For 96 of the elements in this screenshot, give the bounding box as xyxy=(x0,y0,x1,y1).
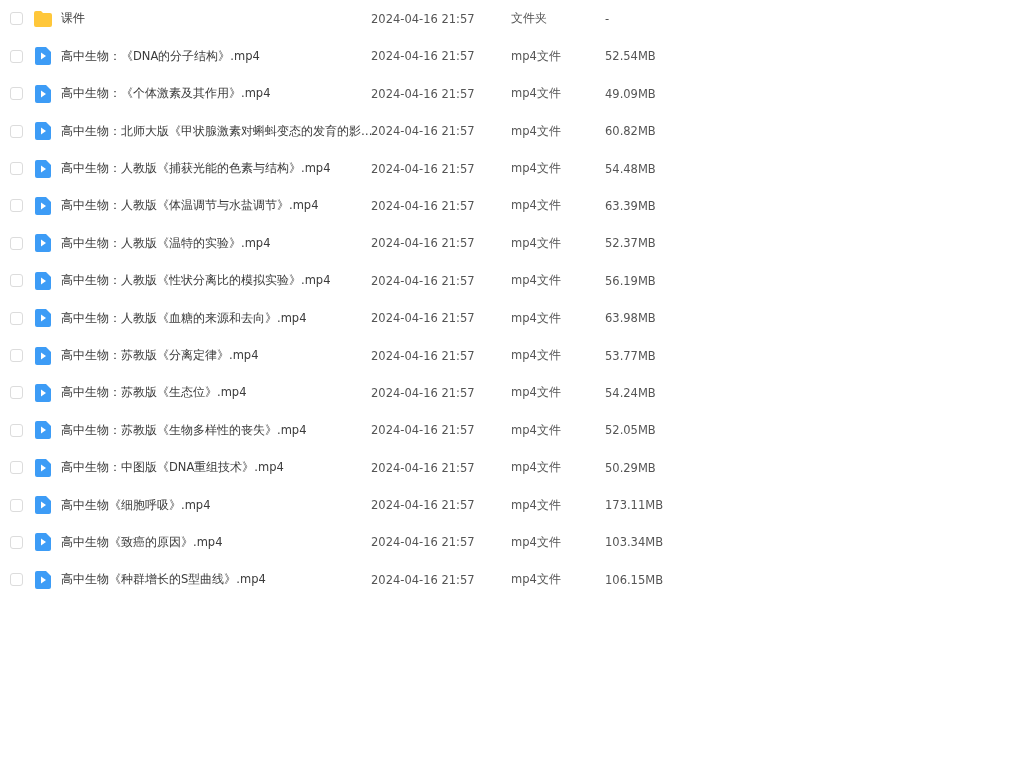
file-type: mp4文件 xyxy=(511,385,562,401)
checkbox[interactable] xyxy=(10,461,23,475)
modified-date: 2024-04-16 21:57 xyxy=(371,49,476,64)
video-file-icon xyxy=(35,496,51,515)
file-name[interactable]: 高中生物：《个体激素及其作用》.mp4 xyxy=(61,86,371,102)
video-file-icon xyxy=(35,383,51,402)
file-type: mp4文件 xyxy=(511,235,562,251)
video-file-icon xyxy=(35,196,51,215)
file-size: 173.11MB xyxy=(605,498,664,513)
file-type: mp4文件 xyxy=(511,86,562,102)
file-size: 63.98MB xyxy=(605,311,656,326)
modified-date: 2024-04-16 21:57 xyxy=(371,385,476,400)
file-size: 53.77MB xyxy=(605,348,656,363)
file-size: 52.05MB xyxy=(605,423,656,438)
file-name[interactable]: 课件 xyxy=(61,11,371,27)
file-type: mp4文件 xyxy=(511,48,562,64)
folder-icon xyxy=(33,10,53,28)
file-size: 56.19MB xyxy=(605,273,656,288)
file-type: mp4文件 xyxy=(511,534,562,550)
checkbox[interactable] xyxy=(10,311,23,325)
video-file-icon xyxy=(35,309,51,328)
modified-date: 2024-04-16 21:57 xyxy=(371,348,476,363)
file-type: mp4文件 xyxy=(511,497,562,513)
modified-date: 2024-04-16 21:57 xyxy=(371,572,476,587)
file-type: mp4文件 xyxy=(511,572,562,588)
video-file-icon xyxy=(35,122,51,141)
file-type: mp4文件 xyxy=(511,123,562,139)
checkbox[interactable] xyxy=(10,386,23,400)
file-name[interactable]: 高中生物《细胞呼吸》.mp4 xyxy=(61,497,371,513)
checkbox[interactable] xyxy=(10,535,23,549)
video-file-icon xyxy=(35,533,51,552)
video-file-icon xyxy=(35,421,51,440)
file-size: 63.39MB xyxy=(605,198,656,213)
file-name[interactable]: 高中生物：北师大版《甲状腺激素对蝌蚪变态的发育的影… xyxy=(61,123,371,139)
file-size: 54.48MB xyxy=(605,161,656,176)
checkbox[interactable] xyxy=(10,49,23,63)
file-size: 50.29MB xyxy=(605,460,656,475)
file-type: mp4文件 xyxy=(511,422,562,438)
file-type: mp4文件 xyxy=(511,161,562,177)
file-name[interactable]: 高中生物：苏教版《生态位》.mp4 xyxy=(61,385,371,401)
modified-date: 2024-04-16 21:57 xyxy=(371,535,476,550)
modified-date: 2024-04-16 21:57 xyxy=(371,460,476,475)
file-name[interactable]: 高中生物：苏教版《分离定律》.mp4 xyxy=(61,348,371,363)
video-file-icon xyxy=(35,84,51,103)
checkbox[interactable] xyxy=(10,124,23,138)
file-type: mp4文件 xyxy=(511,310,562,326)
modified-date: 2024-04-16 21:57 xyxy=(371,236,476,251)
file-name[interactable]: 高中生物：《DNA的分子结构》.mp4 xyxy=(61,48,371,64)
file-name[interactable]: 高中生物《种群增长的S型曲线》.mp4 xyxy=(61,572,371,588)
file-size: 49.09MB xyxy=(605,86,656,101)
file-name[interactable]: 高中生物：人教版《性状分离比的模拟实验》.mp4 xyxy=(61,273,371,289)
modified-date: 2024-04-16 21:57 xyxy=(371,161,476,176)
file-type: 文件夹 xyxy=(511,11,548,27)
file-type: mp4文件 xyxy=(511,198,562,214)
video-file-icon xyxy=(35,346,51,365)
file-size: 52.37MB xyxy=(605,236,656,251)
video-file-icon xyxy=(35,570,51,589)
video-file-icon xyxy=(35,47,51,66)
file-name[interactable]: 高中生物：人教版《血糖的来源和去向》.mp4 xyxy=(61,310,371,326)
file-type: mp4文件 xyxy=(511,273,562,289)
checkbox[interactable] xyxy=(10,12,23,26)
modified-date: 2024-04-16 21:57 xyxy=(371,124,476,139)
file-name[interactable]: 高中生物：人教版《温特的实验》.mp4 xyxy=(61,235,371,251)
modified-date: 2024-04-16 21:57 xyxy=(371,198,476,213)
checkbox[interactable] xyxy=(10,199,23,213)
file-name[interactable]: 高中生物：苏教版《生物多样性的丧失》.mp4 xyxy=(61,422,371,438)
file-name[interactable]: 高中生物：中图版《DNA重组技术》.mp4 xyxy=(61,460,371,476)
checkbox[interactable] xyxy=(10,423,23,437)
file-type: mp4文件 xyxy=(511,348,562,363)
file-name[interactable]: 高中生物《致癌的原因》.mp4 xyxy=(61,534,371,550)
file-size: 60.82MB xyxy=(605,124,656,139)
modified-date: 2024-04-16 21:57 xyxy=(371,423,476,438)
file-name[interactable]: 高中生物：人教版《体温调节与水盐调节》.mp4 xyxy=(61,198,371,214)
modified-date: 2024-04-16 21:57 xyxy=(371,12,476,26)
file-size: 52.54MB xyxy=(605,49,656,64)
file-size: 54.24MB xyxy=(605,385,656,400)
file-size: 103.34MB xyxy=(605,535,664,550)
video-file-icon xyxy=(35,159,51,178)
video-file-icon xyxy=(35,458,51,477)
modified-date: 2024-04-16 21:57 xyxy=(371,311,476,326)
video-file-icon xyxy=(35,234,51,253)
video-file-icon xyxy=(35,271,51,290)
file-size: - xyxy=(605,12,610,26)
file-size: 106.15MB xyxy=(605,572,664,587)
checkbox[interactable] xyxy=(10,162,23,176)
checkbox[interactable] xyxy=(10,274,23,288)
modified-date: 2024-04-16 21:57 xyxy=(371,86,476,101)
checkbox[interactable] xyxy=(10,573,23,587)
checkbox[interactable] xyxy=(10,87,23,101)
modified-date: 2024-04-16 21:57 xyxy=(371,498,476,513)
checkbox[interactable] xyxy=(10,349,23,362)
file-name[interactable]: 高中生物：人教版《捕获光能的色素与结构》.mp4 xyxy=(61,161,371,177)
checkbox[interactable] xyxy=(10,498,23,512)
modified-date: 2024-04-16 21:57 xyxy=(371,273,476,288)
file-type: mp4文件 xyxy=(511,460,562,476)
checkbox[interactable] xyxy=(10,236,23,250)
